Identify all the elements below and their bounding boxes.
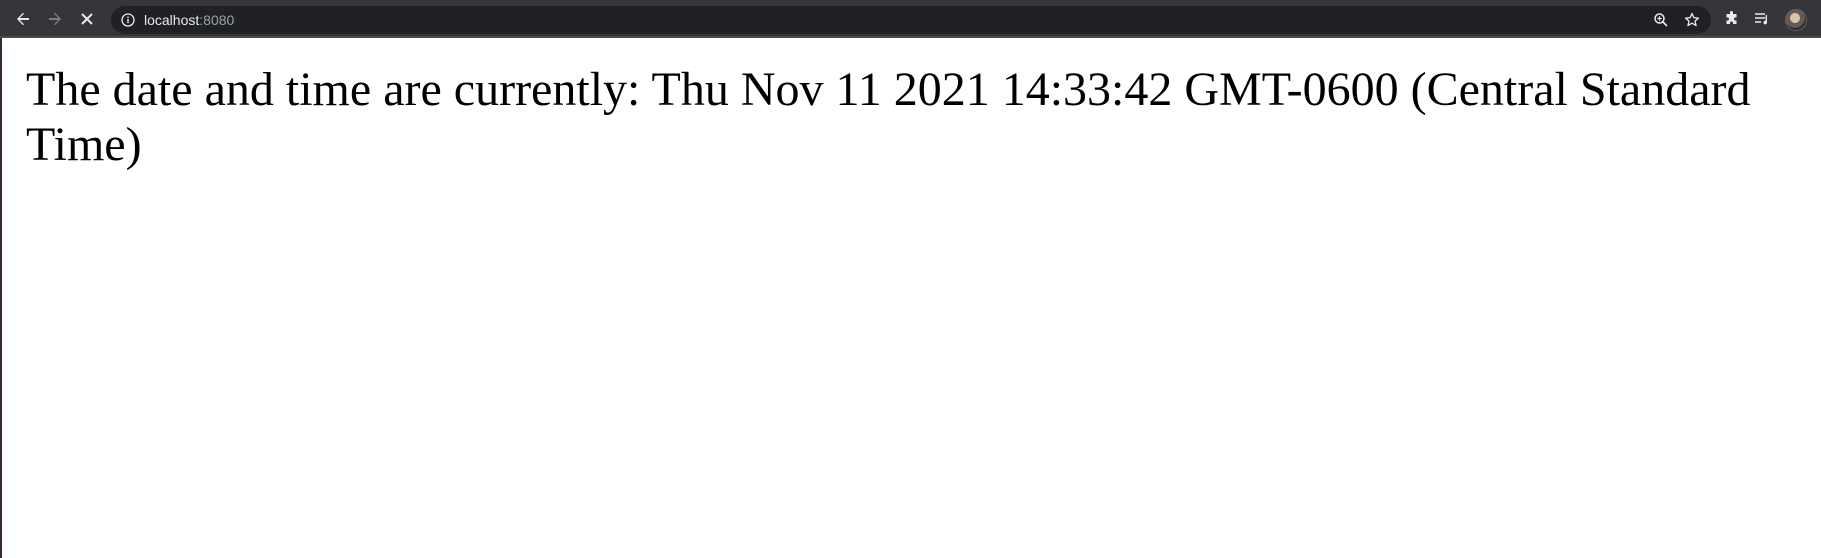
forward-arrow-icon bbox=[46, 10, 64, 28]
puzzle-icon[interactable] bbox=[1723, 10, 1741, 28]
date-time-message: The date and time are currently: Thu Nov… bbox=[26, 63, 1751, 171]
url-host: localhost bbox=[144, 12, 200, 28]
media-queue-icon[interactable] bbox=[1753, 10, 1771, 28]
window-edge bbox=[0, 38, 2, 558]
star-icon[interactable] bbox=[1684, 12, 1700, 28]
stop-button[interactable] bbox=[76, 8, 98, 30]
back-button[interactable] bbox=[12, 8, 34, 30]
avatar[interactable] bbox=[1785, 9, 1807, 31]
address-bar[interactable]: localhost:8080 bbox=[111, 6, 1711, 34]
browser-toolbar: localhost:8080 bbox=[0, 0, 1821, 38]
forward-button[interactable] bbox=[44, 8, 66, 30]
zoom-icon[interactable] bbox=[1653, 12, 1669, 28]
url-port: :8080 bbox=[199, 12, 235, 28]
url-text[interactable]: localhost:8080 bbox=[144, 12, 234, 28]
back-arrow-icon bbox=[14, 10, 32, 28]
stop-loading-icon bbox=[79, 11, 95, 27]
info-icon[interactable] bbox=[121, 13, 135, 27]
